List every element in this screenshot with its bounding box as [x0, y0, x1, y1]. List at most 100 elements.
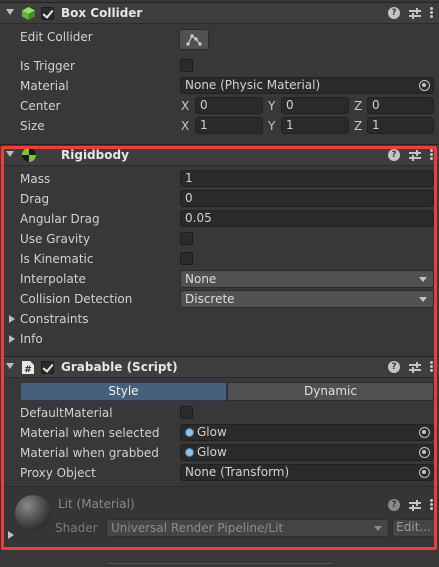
is-kinematic-row: Is Kinematic [0, 249, 439, 269]
presets-icon[interactable] [409, 7, 421, 19]
interpolate-row: Interpolate None [0, 269, 439, 289]
tab-dynamic[interactable]: Dynamic [227, 382, 434, 401]
help-icon[interactable]: ? [388, 7, 400, 19]
proxy-object-label: Proxy Object [20, 466, 96, 480]
material-foldout-icon[interactable] [8, 531, 14, 539]
help-icon[interactable]: ? [388, 149, 400, 161]
use-gravity-label: Use Gravity [20, 232, 91, 246]
box-collider-title: Box Collider [61, 6, 143, 20]
object-picker-icon[interactable] [419, 447, 430, 458]
rigidbody-header[interactable]: Rigidbody ? [0, 144, 439, 166]
material-title: Lit (Material) [58, 497, 135, 511]
kebab-menu-icon[interactable] [430, 361, 433, 373]
shader-edit-button[interactable]: Edit... [392, 519, 435, 537]
info-foldout-icon[interactable] [9, 335, 15, 343]
box-collider-header[interactable]: Box Collider ? [0, 2, 439, 24]
edit-collider-button[interactable] [179, 29, 209, 50]
proxy-object-row: Proxy Object None (Transform) [0, 463, 439, 483]
material-field[interactable]: None (Physic Material) [180, 77, 434, 94]
object-picker-icon[interactable] [419, 427, 430, 438]
interpolate-value: None [185, 272, 217, 286]
center-x-value: 0 [200, 98, 208, 112]
help-icon[interactable]: ? [388, 499, 400, 511]
object-picker-icon[interactable] [419, 80, 430, 91]
use-gravity-checkbox[interactable] [180, 232, 193, 245]
center-y-value: 0 [286, 98, 294, 112]
constraints-foldout-icon[interactable] [9, 315, 15, 323]
svg-text:#: # [24, 365, 32, 375]
presets-icon[interactable] [409, 361, 421, 373]
header-icons: ? [379, 6, 433, 22]
grabable-enabled-checkbox[interactable] [41, 361, 54, 374]
material-grabbed-label: Material when grabbed [20, 446, 159, 460]
kebab-menu-icon[interactable] [430, 7, 433, 19]
center-y-field[interactable]: 0 [281, 97, 349, 114]
bottom-strip [0, 552, 439, 567]
material-section: Lit (Material) Shader Universal Render P… [0, 486, 439, 546]
interpolate-label: Interpolate [20, 272, 86, 286]
material-selected-field[interactable]: Glow [180, 424, 434, 441]
size-z-field[interactable]: 1 [367, 117, 434, 134]
center-z-value: 0 [372, 98, 380, 112]
material-selected-label: Material when selected [20, 426, 160, 440]
interpolate-dropdown[interactable]: None [180, 270, 434, 288]
is-kinematic-label: Is Kinematic [20, 252, 94, 266]
grabable-title: Grabable (Script) [61, 360, 178, 374]
box-collider-icon [22, 7, 35, 20]
edit-collider-icon [186, 34, 202, 46]
default-material-label: DefaultMaterial [20, 406, 113, 420]
grabable-tabs: Style Dynamic [20, 382, 434, 401]
material-preview-sphere [15, 495, 51, 531]
material-value: None (Physic Material) [185, 78, 321, 92]
material-selected-value: Glow [197, 425, 227, 439]
mass-field[interactable]: 1 [180, 170, 434, 187]
drag-value: 0 [185, 191, 193, 205]
center-z-field[interactable]: 0 [367, 97, 434, 114]
size-z-value: 1 [372, 118, 380, 132]
is-kinematic-checkbox[interactable] [180, 252, 193, 265]
material-grabbed-field[interactable]: Glow [180, 444, 434, 461]
tab-dynamic-label: Dynamic [304, 384, 357, 398]
material-row: Material None (Physic Material) [0, 76, 439, 96]
material-icon [185, 448, 194, 457]
shader-dropdown[interactable]: Universal Render Pipeline/Lit [106, 519, 389, 537]
constraints-row[interactable]: Constraints [0, 309, 439, 329]
rigidbody-title: Rigidbody [61, 148, 129, 162]
center-x-field[interactable]: 0 [195, 97, 263, 114]
collision-detection-dropdown[interactable]: Discrete [180, 290, 434, 308]
size-z-axis-label: Z [354, 119, 363, 133]
help-icon[interactable]: ? [388, 361, 400, 373]
foldout-arrow-icon[interactable] [6, 363, 14, 369]
collision-detection-value: Discrete [185, 292, 235, 306]
edit-collider-label: Edit Collider [20, 30, 93, 44]
size-y-field[interactable]: 1 [281, 117, 349, 134]
drag-field[interactable]: 0 [180, 190, 434, 207]
kebab-menu-icon[interactable] [430, 499, 433, 511]
size-row: Size X 1 Y 1 Z 1 [0, 116, 439, 136]
tab-style[interactable]: Style [20, 382, 227, 401]
center-z-axis-label: Z [354, 99, 363, 113]
is-trigger-checkbox[interactable] [180, 59, 193, 72]
size-x-field[interactable]: 1 [195, 117, 263, 134]
proxy-object-field[interactable]: None (Transform) [180, 464, 434, 481]
kebab-menu-icon[interactable] [430, 149, 433, 161]
add-component-bar [108, 563, 332, 567]
angular-drag-label: Angular Drag [20, 212, 100, 226]
presets-icon[interactable] [409, 499, 421, 511]
angular-drag-field[interactable]: 0.05 [180, 210, 434, 227]
rigidbody-icon [22, 148, 36, 162]
info-row[interactable]: Info [0, 329, 439, 349]
size-x-axis-label: X [181, 119, 190, 133]
object-picker-icon[interactable] [419, 467, 430, 478]
box-collider-enabled-checkbox[interactable] [41, 7, 54, 20]
presets-icon[interactable] [409, 149, 421, 161]
chevron-down-icon [374, 526, 382, 531]
foldout-arrow-icon[interactable] [6, 151, 14, 157]
default-material-checkbox[interactable] [180, 406, 193, 419]
is-trigger-label: Is Trigger [20, 59, 75, 73]
grabable-header[interactable]: # Grabable (Script) ? [0, 356, 439, 378]
material-grabbed-row: Material when grabbed Glow [0, 443, 439, 463]
material-selected-row: Material when selected Glow [0, 423, 439, 443]
shader-label: Shader [55, 521, 98, 535]
foldout-arrow-icon[interactable] [6, 9, 14, 15]
